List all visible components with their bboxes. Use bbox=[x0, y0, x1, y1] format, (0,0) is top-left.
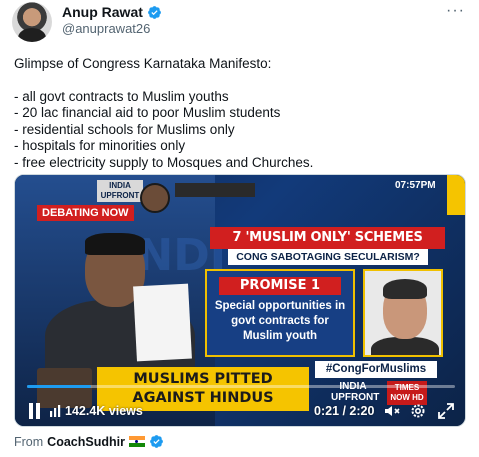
author-handle[interactable]: @anuprawat26 bbox=[62, 21, 150, 36]
avatar[interactable] bbox=[12, 2, 52, 42]
verified-badge-icon bbox=[147, 5, 161, 19]
volume-icon[interactable] bbox=[383, 402, 401, 420]
guest-thumbnail-top bbox=[140, 183, 170, 213]
views-icon bbox=[50, 405, 61, 417]
broadcast-clock: 07:57PM bbox=[395, 180, 436, 191]
tweet-line-spacer bbox=[14, 73, 466, 89]
tweet-line-item: - residential schools for Muslims only bbox=[14, 121, 235, 137]
tweet-line-title: Glimpse of Congress Karnataka Manifesto: bbox=[14, 56, 272, 71]
from-source-name[interactable]: CoachSudhir bbox=[47, 435, 125, 449]
debating-badge: DEBATING NOW bbox=[37, 205, 134, 221]
author-name-row: Anup Rawat bbox=[62, 4, 162, 20]
held-paper bbox=[133, 283, 192, 362]
tweet-text: Glimpse of Congress Karnataka Manifesto:… bbox=[14, 56, 466, 171]
top-strip bbox=[175, 183, 255, 197]
more-options-icon[interactable]: ··· bbox=[446, 3, 465, 19]
views-count: 142.4K views bbox=[65, 404, 143, 418]
from-label: From bbox=[14, 434, 44, 449]
promise-title: PROMISE 1 bbox=[219, 277, 341, 295]
avatar-body bbox=[18, 28, 46, 42]
tweet-line-item: - all govt contracts to Muslim youths bbox=[14, 88, 229, 104]
corner-accent bbox=[447, 175, 465, 215]
promise-box: PROMISE 1 Special opportunities in govt … bbox=[205, 269, 355, 357]
attribution-row: From CoachSudhir bbox=[14, 434, 164, 449]
tweet-line-item: - hospitals for minorities only bbox=[14, 138, 186, 153]
fullscreen-icon[interactable] bbox=[437, 402, 455, 420]
hashtag-banner: #CongForMuslims bbox=[315, 361, 437, 378]
subhead-bar: CONG SABOTAGING SECULARISM? bbox=[228, 249, 428, 265]
pause-icon[interactable] bbox=[27, 403, 41, 419]
anchor-hair bbox=[85, 233, 145, 255]
video-controls: 142.4K views 0:21 / 2:20 bbox=[15, 397, 465, 426]
video-player[interactable]: INDI INDIA UPFRONT DEBATING NOW 07:57PM … bbox=[14, 174, 466, 427]
tweet-line-item: - 20 lac financial aid to poor Muslim st… bbox=[14, 105, 281, 120]
video-time: 0:21 / 2:20 bbox=[314, 404, 375, 418]
settings-gear-icon[interactable] bbox=[409, 402, 427, 420]
politician-suit bbox=[371, 337, 439, 355]
headline-bar: 7 'MUSLIM ONLY' SCHEMES PLEDGED bbox=[210, 227, 445, 267]
politician-hair bbox=[383, 279, 427, 299]
india-flag-icon bbox=[128, 436, 145, 447]
verified-badge-icon bbox=[150, 435, 163, 448]
tweet-card: Anup Rawat @anuprawat26 ··· Glimpse of C… bbox=[0, 0, 479, 457]
channel-logo: INDIA UPFRONT bbox=[97, 180, 143, 202]
author-display-name[interactable]: Anup Rawat bbox=[62, 4, 143, 20]
video-progress-fill bbox=[27, 385, 92, 388]
promise-text: Special opportunities in govt contracts … bbox=[214, 300, 346, 342]
video-progress-bar[interactable] bbox=[27, 385, 455, 388]
politician-photo bbox=[363, 269, 443, 357]
tweet-line-item: - free electricity supply to Mosques and… bbox=[14, 154, 314, 170]
